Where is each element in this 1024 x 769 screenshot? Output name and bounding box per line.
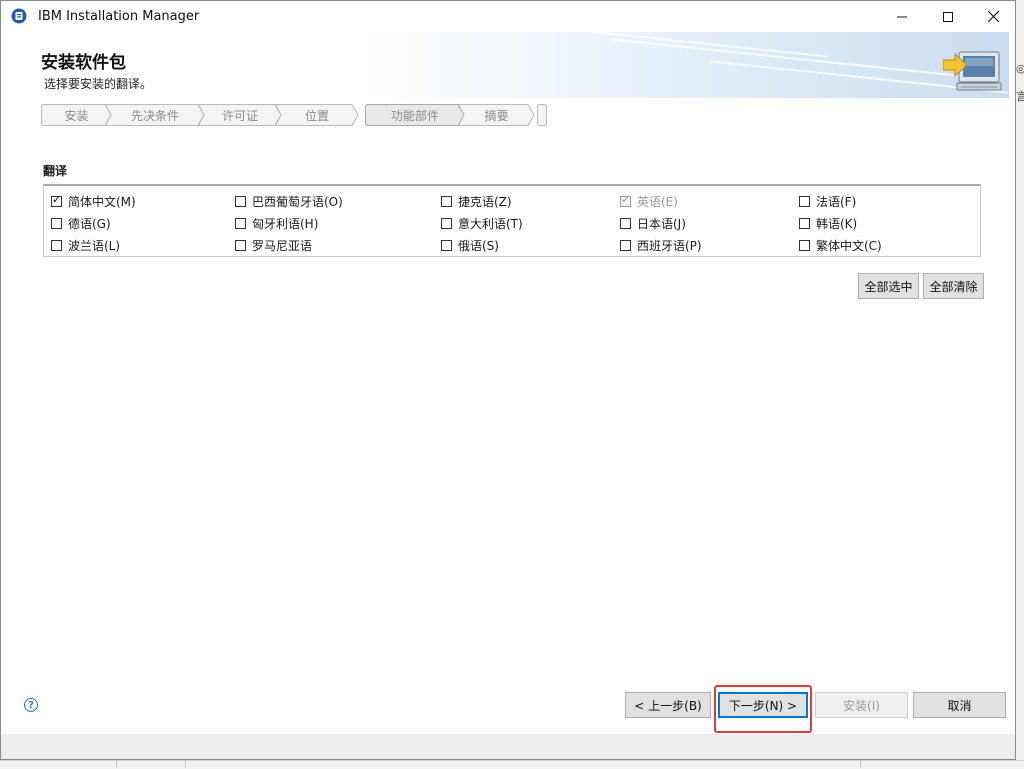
checkbox-box[interactable] [620,217,631,229]
checkbox-box[interactable] [799,195,810,207]
checkbox-box[interactable] [441,217,452,229]
step-location: 位置 [275,104,359,126]
background-partial-glyph: ◎ [1016,62,1024,75]
checkbox-polish[interactable]: 波兰语(L) [51,237,120,253]
page-title: 安装软件包 [41,53,126,73]
checkbox-german[interactable]: 德语(G) [51,215,111,231]
page-subtitle: 选择要安装的翻译。 [44,77,153,91]
checkbox-french[interactable]: 法语(F) [799,193,856,209]
checkbox-box [620,193,631,207]
checkbox-box[interactable] [441,239,452,251]
checkbox-box[interactable] [799,239,810,251]
checkbox-box[interactable] [235,217,246,229]
step-end-cap [537,104,547,126]
cancel-button[interactable]: 取消 [913,692,1006,718]
install-computer-icon [943,51,1002,91]
checkbox-romanian[interactable]: 罗马尼亚语 [235,237,312,253]
checkbox-italian[interactable]: 意大利语(T) [441,215,523,231]
install-button: 安装(I) [815,692,908,718]
checkbox-box[interactable] [620,239,631,251]
installer-window: IBM Installation Manager 安装软件包 选择要安装的翻译。… [0,0,1016,760]
background-divider [116,760,117,768]
header-banner: 安装软件包 选择要安装的翻译。 [9,32,1009,98]
window-title: IBM Installation Manager [38,9,200,24]
background-partial-glyph: 言 [1016,90,1024,103]
select-all-button[interactable]: 全部选中 [858,273,919,299]
background-divider [185,760,186,768]
maximize-button[interactable] [925,1,971,32]
step-license: 许可证 [198,104,282,126]
checkbox-korean[interactable]: 韩语(K) [799,215,857,231]
checkbox-czech[interactable]: 捷克语(Z) [441,193,512,209]
clear-all-button[interactable]: 全部清除 [923,273,984,299]
close-button[interactable] [970,1,1015,32]
title-bar[interactable]: IBM Installation Manager [1,1,1015,32]
checkbox-box[interactable] [799,217,810,229]
checkbox-box[interactable] [235,239,246,251]
step-features: 功能部件 [365,104,465,126]
checkbox-brazilian-portuguese[interactable]: 巴西葡萄牙语(O) [235,193,343,209]
checkbox-japanese[interactable]: 日本语(J) [620,215,686,231]
minimize-icon [897,16,907,17]
step-prerequisites: 先决条件 [105,104,205,126]
minimize-button[interactable] [879,1,925,32]
checkbox-english: 英语(E) [620,193,678,209]
step-install: 安装 [41,104,112,126]
step-summary: 摘要 [458,104,535,126]
next-button-highlight [714,685,812,733]
checkbox-box[interactable] [51,239,62,251]
banner-decoration [609,38,989,80]
checkbox-box[interactable] [441,195,452,207]
checkbox-box[interactable] [51,217,62,229]
ibm-installation-manager-icon [11,8,27,24]
checkbox-traditional-chinese[interactable]: 繁体中文(C) [799,237,882,253]
maximize-icon [943,11,953,22]
translations-section-title: 翻译 [43,164,68,178]
background-window-edge [1016,0,1024,768]
checkbox-box[interactable] [235,195,246,207]
checkbox-spanish[interactable]: 西班牙语(P) [620,237,702,253]
checkbox-box[interactable] [51,193,62,207]
background-divider [860,760,861,768]
status-bar [1,734,1015,759]
checkbox-simplified-chinese[interactable]: 简体中文(M) [51,193,136,209]
translations-checkbox-group: 简体中文(M) 巴西葡萄牙语(O) 捷克语(Z) 英语(E) 法语(F) 德语(… [43,184,981,257]
checkbox-hungarian[interactable]: 匈牙利语(H) [235,215,318,231]
help-icon[interactable]: ? [24,698,38,712]
close-icon [987,11,999,22]
checkbox-russian[interactable]: 俄语(S) [441,237,499,253]
back-button[interactable]: < 上一步(B) [625,692,711,718]
